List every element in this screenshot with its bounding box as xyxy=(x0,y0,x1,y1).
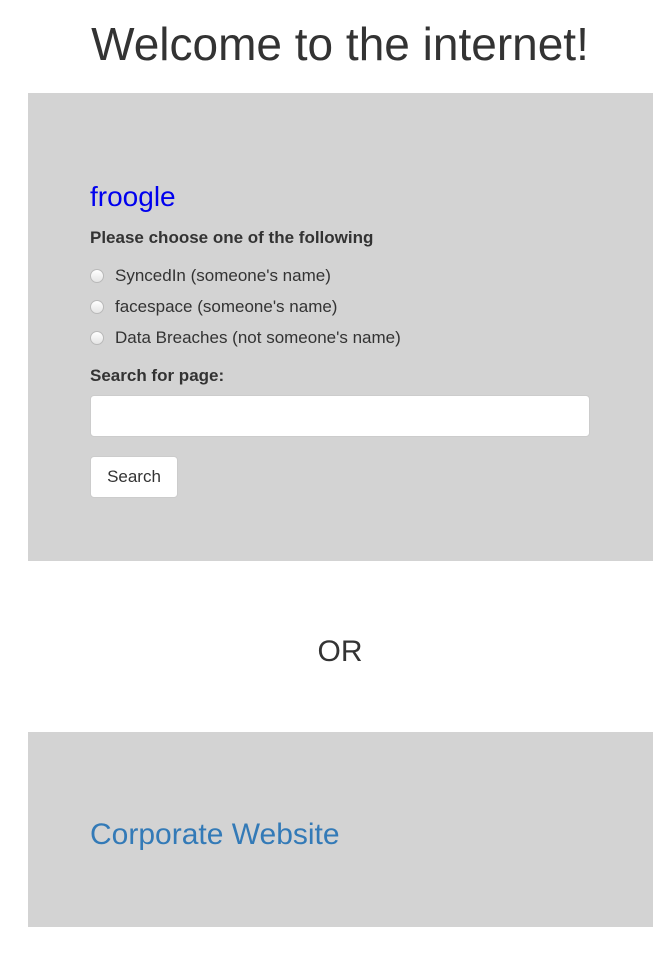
radio-option-label: SyncedIn (someone's name) xyxy=(115,266,331,285)
radio-option-label: Data Breaches (not someone's name) xyxy=(115,328,401,347)
search-input[interactable] xyxy=(90,395,590,437)
search-label: Search for page: xyxy=(90,366,225,385)
corporate-website-link[interactable]: Corporate Website xyxy=(90,816,340,854)
search-panel: froogle Please choose one of the followi… xyxy=(28,93,653,561)
radio-button[interactable] xyxy=(90,300,104,314)
froogle-link[interactable]: froogle xyxy=(90,179,176,215)
search-button[interactable]: Search xyxy=(90,456,178,498)
radio-option-syncedin[interactable]: SyncedIn (someone's name) xyxy=(90,265,331,287)
radio-option-label: facespace (someone's name) xyxy=(115,297,338,316)
or-separator: OR xyxy=(317,635,363,668)
choose-label: Please choose one of the following xyxy=(90,228,374,247)
radio-option-facespace[interactable]: facespace (someone's name) xyxy=(90,296,337,318)
radio-button[interactable] xyxy=(90,331,104,345)
radio-button[interactable] xyxy=(90,269,104,283)
page-title: Welcome to the internet! xyxy=(91,18,589,70)
radio-option-data-breaches[interactable]: Data Breaches (not someone's name) xyxy=(90,327,401,349)
corporate-panel: Corporate Website xyxy=(28,732,653,927)
